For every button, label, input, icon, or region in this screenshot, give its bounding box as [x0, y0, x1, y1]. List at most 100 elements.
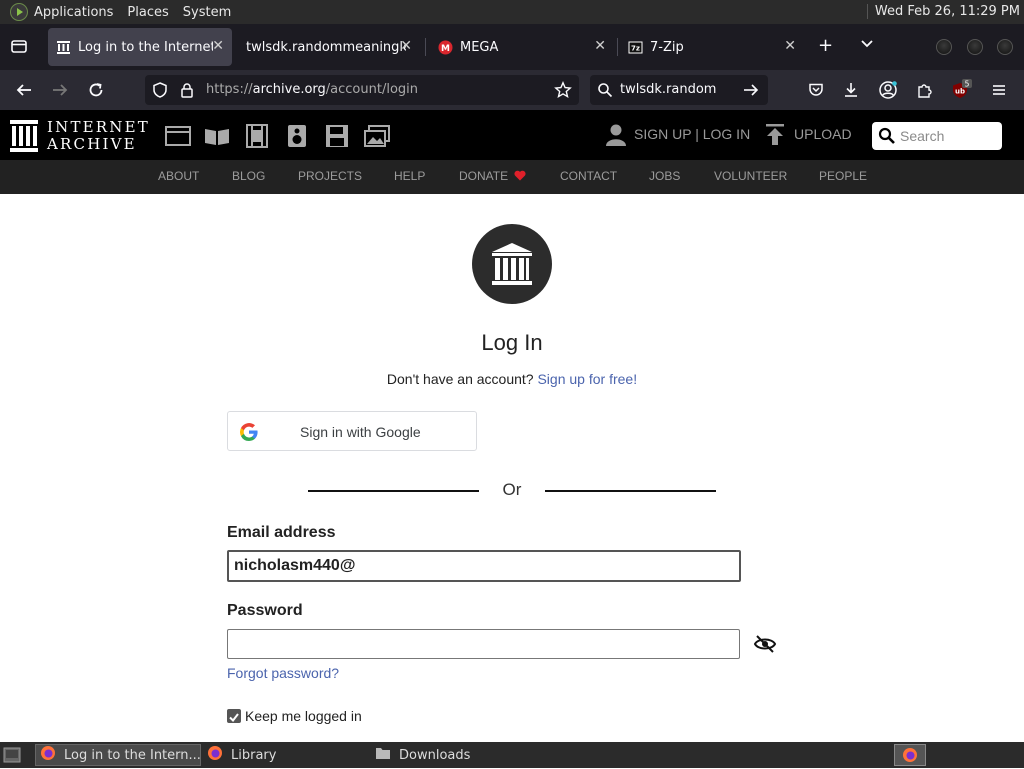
nav-donate[interactable]: DONATE	[459, 169, 527, 183]
extension-badge: 5	[965, 80, 970, 89]
tab-mega[interactable]: M MEGA ✕	[430, 28, 614, 66]
tab-title: 7-Zip	[650, 39, 684, 55]
tab-internet-archive[interactable]: Log in to the Internet A ✕	[48, 28, 232, 66]
password-field[interactable]	[227, 629, 740, 659]
show-desktop-icon[interactable]	[3, 746, 21, 768]
taskbar-item-firefox[interactable]: Log in to the Intern...	[35, 744, 201, 766]
nav-contact[interactable]: CONTACT	[560, 169, 617, 183]
video-film-icon[interactable]	[244, 124, 270, 148]
hamburger-menu-icon[interactable]	[988, 79, 1010, 101]
ia-top-nav: INTERNET ARCHIVE SIGN UP | LOG IN UPLOAD…	[0, 110, 1024, 160]
search-icon	[594, 79, 616, 101]
pocket-icon[interactable]	[805, 79, 827, 101]
applications-menu[interactable]: Applications	[34, 5, 113, 20]
firefox-icon	[40, 745, 56, 765]
google-button-label: Sign in with Google	[300, 424, 421, 440]
keep-logged-in-checkbox[interactable]	[227, 709, 241, 723]
account-icon[interactable]	[877, 79, 899, 101]
tab-list-icon[interactable]	[8, 35, 30, 57]
svg-text:ub: ub	[955, 88, 965, 96]
url-host: archive.org	[252, 82, 326, 97]
nav-help[interactable]: HELP	[394, 169, 425, 183]
close-tab-icon[interactable]: ✕	[212, 38, 224, 54]
software-floppy-icon[interactable]	[324, 124, 350, 148]
downloads-icon[interactable]	[840, 79, 862, 101]
user-icon[interactable]	[605, 123, 627, 147]
page-title: Log In	[481, 330, 543, 355]
svg-text:7z: 7z	[631, 44, 640, 52]
go-arrow-icon[interactable]	[740, 79, 762, 101]
close-tab-icon[interactable]: ✕	[594, 38, 606, 54]
chevron-down-icon[interactable]	[858, 35, 876, 60]
password-label: Password	[227, 602, 303, 619]
url-prefix: https://	[206, 82, 253, 97]
divider-left	[308, 490, 479, 492]
google-g-icon	[240, 423, 258, 445]
taskbar-item-downloads[interactable]: Downloads	[371, 744, 537, 766]
show-password-eye-icon[interactable]	[753, 633, 777, 655]
signup-login-link[interactable]: SIGN UP | LOG IN	[634, 126, 750, 142]
extensions-icon[interactable]	[913, 79, 935, 101]
keep-logged-in-label[interactable]: Keep me logged in	[245, 708, 362, 724]
close-window-button[interactable]	[997, 39, 1013, 55]
tab-separator	[425, 38, 426, 56]
bottom-taskbar: Log in to the Intern... Library Download…	[0, 742, 1024, 768]
taskbar-item-label: Downloads	[399, 747, 471, 763]
or-separator-text: Or	[502, 480, 522, 499]
shield-icon[interactable]	[149, 79, 171, 101]
nav-projects[interactable]: PROJECTS	[298, 169, 362, 183]
email-label: Email address	[227, 524, 336, 541]
maximize-window-button[interactable]	[967, 39, 983, 55]
audio-speaker-icon[interactable]	[284, 124, 310, 148]
ia-logo-icon[interactable]	[10, 120, 38, 152]
google-signin-button[interactable]: Sign in with Google	[227, 411, 477, 451]
ia-logo-line2: ARCHIVE	[47, 135, 137, 153]
system-menu[interactable]: System	[183, 5, 231, 20]
new-tab-icon[interactable]: +	[818, 35, 833, 57]
nav-people[interactable]: PEOPLE	[819, 169, 867, 183]
applications-logo-icon[interactable]	[10, 3, 28, 21]
reload-icon[interactable]	[85, 79, 107, 101]
tab-7zip[interactable]: 7z 7-Zip ✕	[620, 28, 804, 66]
url-bar[interactable]: https://archive.org/account/login	[145, 75, 579, 105]
ia-logo-circle-icon	[472, 224, 552, 304]
web-icon[interactable]	[165, 124, 191, 148]
close-tab-icon[interactable]: ✕	[784, 38, 796, 54]
taskbar-item-library[interactable]: Library	[203, 744, 369, 766]
upload-link[interactable]: UPLOAD	[794, 126, 852, 142]
workspace-switcher[interactable]	[894, 744, 926, 766]
places-menu[interactable]: Places	[127, 5, 168, 20]
images-icon[interactable]	[364, 124, 390, 148]
clock[interactable]: Wed Feb 26, 11:29 PM	[866, 4, 1020, 19]
ia-search-input[interactable]: Search	[872, 122, 1002, 150]
nav-about[interactable]: ABOUT	[158, 169, 199, 183]
forgot-password-link[interactable]: Forgot password?	[227, 665, 339, 681]
tab-title: twlsdk.randommeaningle	[246, 39, 406, 55]
upload-icon[interactable]	[765, 124, 785, 146]
ia-logo-wordmark[interactable]: INTERNET ARCHIVE	[47, 119, 150, 153]
nav-volunteer[interactable]: VOLUNTEER	[714, 169, 787, 183]
tab-title: MEGA	[460, 39, 499, 55]
tab-strip: Log in to the Internet A ✕ twlsdk.random…	[0, 24, 1024, 70]
minimize-window-button[interactable]	[936, 39, 952, 55]
no-account-text: Don't have an account?	[386, 371, 534, 387]
ublock-origin-icon[interactable]: ub 5	[950, 79, 972, 101]
signup-link[interactable]: Sign up for free!	[537, 371, 637, 387]
divider-right	[545, 490, 716, 492]
archive-favicon-icon	[56, 40, 71, 55]
taskbar-item-label: Log in to the Intern...	[64, 747, 200, 763]
nav-jobs[interactable]: JOBS	[649, 169, 680, 183]
forward-arrow-icon[interactable]	[49, 79, 71, 101]
email-field[interactable]	[227, 550, 741, 582]
back-arrow-icon[interactable]	[13, 79, 35, 101]
search-bar[interactable]: twlsdk.random	[590, 75, 768, 105]
nav-blog[interactable]: BLOG	[232, 169, 265, 183]
svg-text:M: M	[441, 44, 450, 54]
tab-twlsdk[interactable]: twlsdk.randommeaningle ✕	[238, 28, 422, 66]
nav-donate-label: DONATE	[459, 169, 509, 183]
close-tab-icon[interactable]: ✕	[400, 38, 412, 54]
ia-search-placeholder: Search	[900, 128, 945, 144]
texts-book-icon[interactable]	[204, 124, 230, 148]
lock-icon[interactable]	[176, 79, 198, 101]
bookmark-star-icon[interactable]	[552, 79, 574, 101]
